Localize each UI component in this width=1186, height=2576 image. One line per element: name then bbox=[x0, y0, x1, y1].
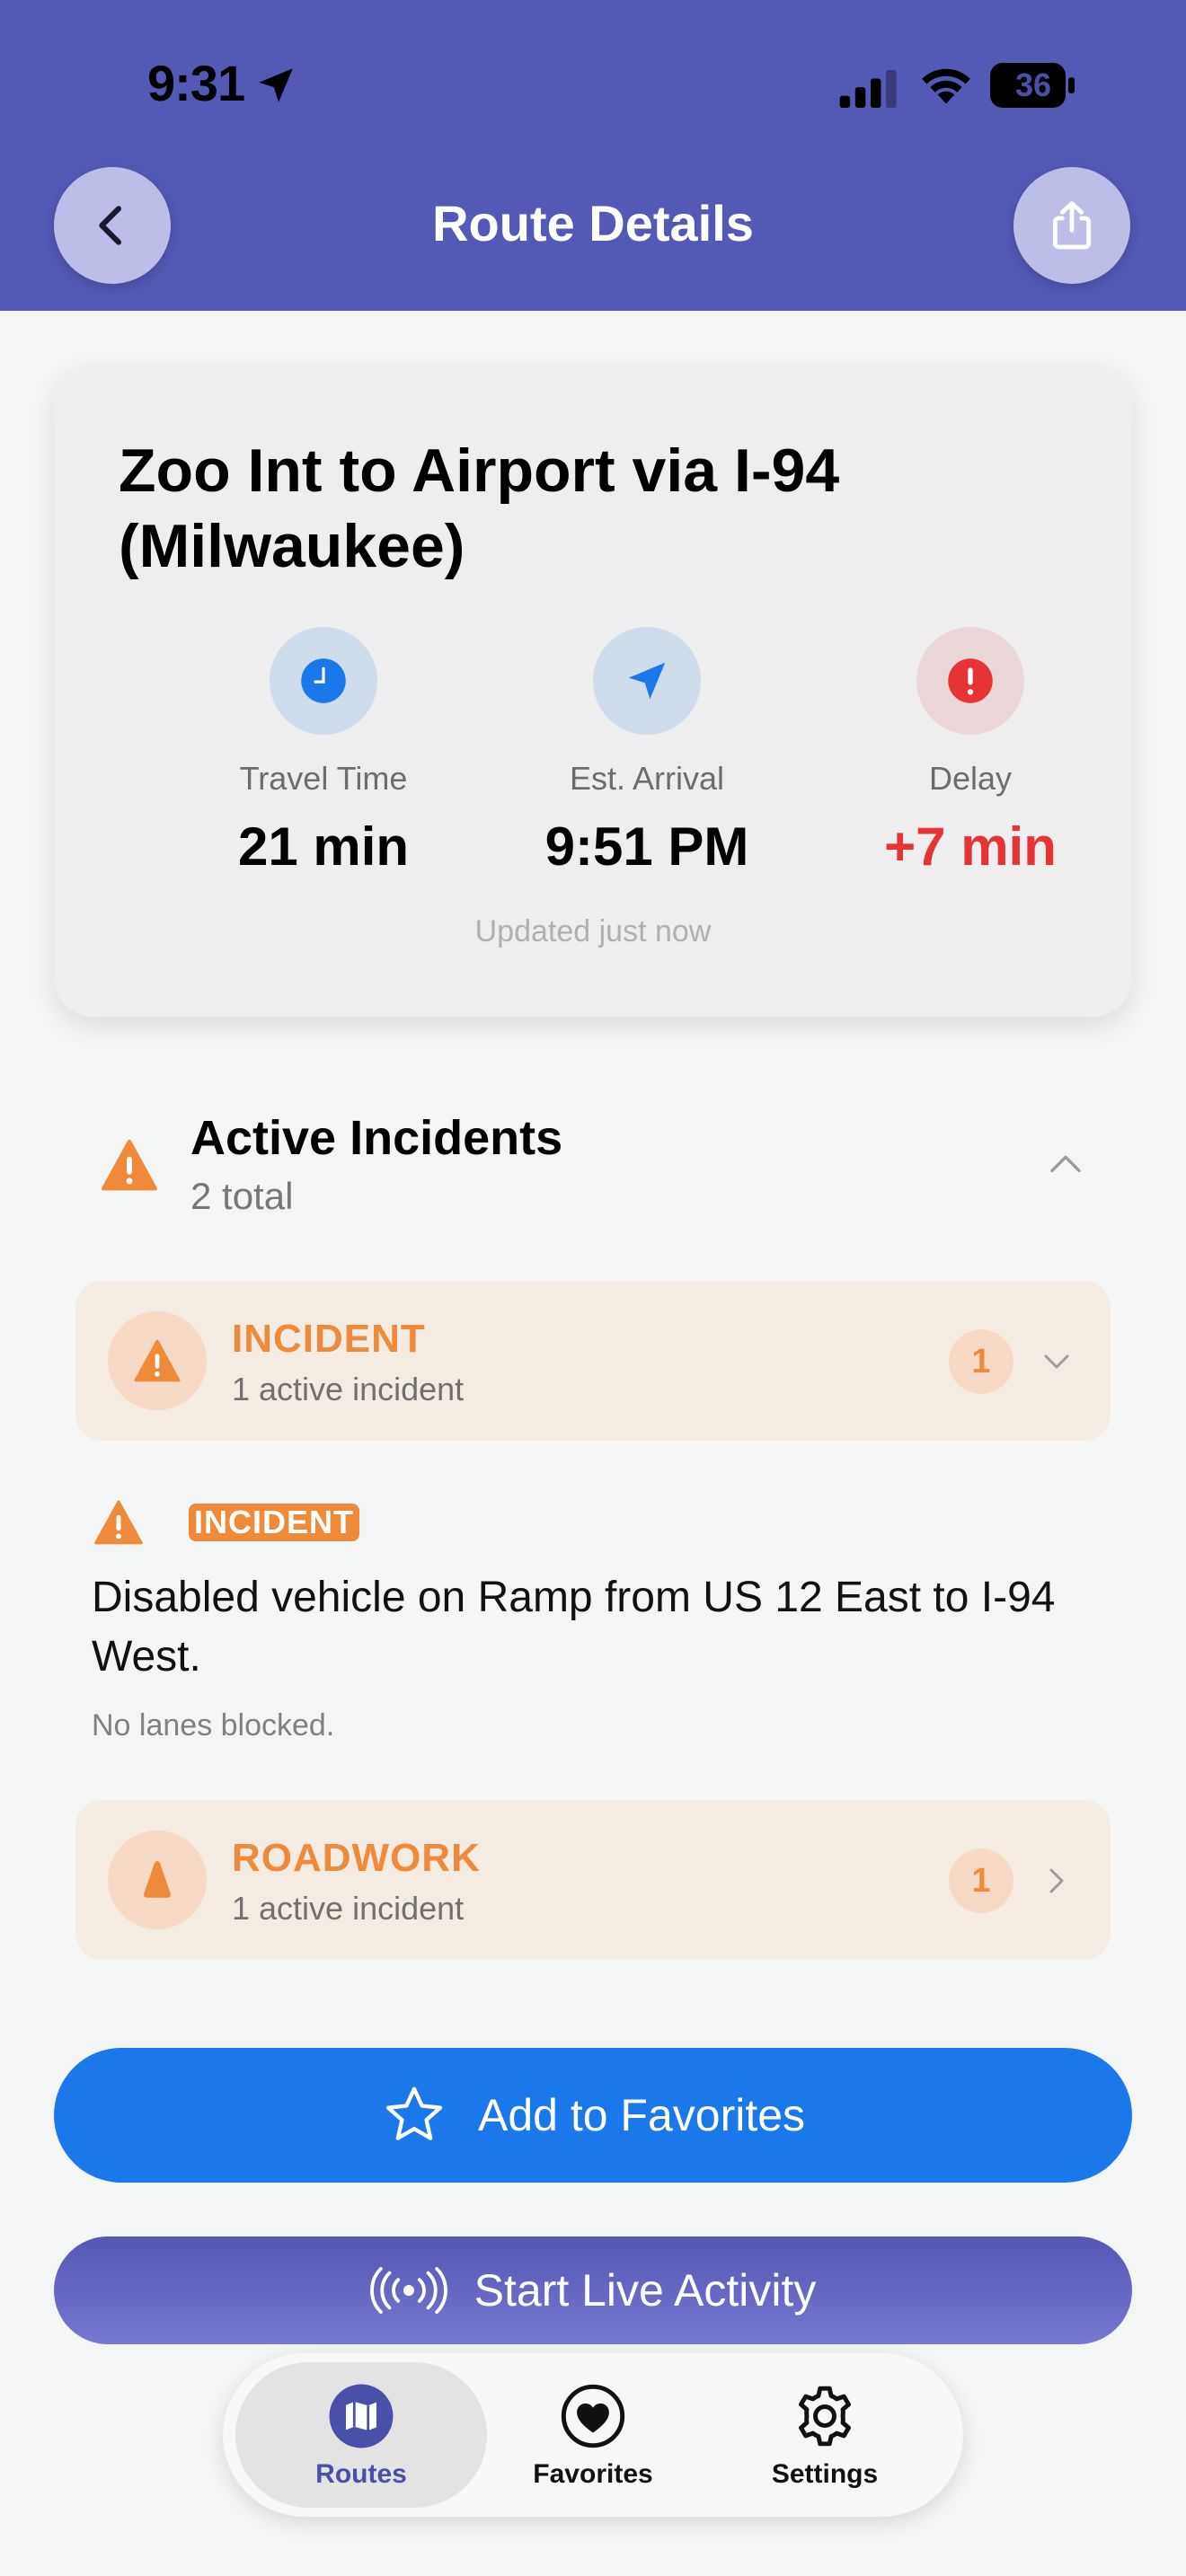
route-title: Zoo Int to Airport via I-94 (Milwaukee) bbox=[119, 437, 840, 580]
incidents-section-title: Active Incidents bbox=[190, 1111, 563, 1165]
start-live-activity-label: Start Live Activity bbox=[474, 2265, 817, 2316]
traffic-cone-icon bbox=[108, 1831, 207, 1929]
incident-type-tag: INCIDENT bbox=[189, 1504, 359, 1541]
metric-est-arrival: Est. Arrival 9:51 PM bbox=[485, 627, 809, 878]
battery-level: 36 bbox=[1014, 66, 1052, 103]
broadcast-icon bbox=[369, 2267, 447, 2314]
start-live-activity-button[interactable]: Start Live Activity bbox=[54, 2236, 1132, 2344]
chevron-up-icon[interactable] bbox=[1048, 1150, 1084, 1177]
header-bar: 9:31 36 Route Details bbox=[0, 0, 1186, 311]
metric-label: Delay bbox=[928, 760, 1013, 797]
tab-label: Favorites bbox=[533, 2459, 653, 2489]
clock-icon bbox=[270, 627, 377, 735]
star-icon bbox=[385, 2086, 443, 2140]
group-subtitle: 1 active incident bbox=[232, 1890, 465, 1927]
alert-circle-icon bbox=[916, 627, 1024, 735]
tab-routes[interactable]: Routes bbox=[235, 2362, 487, 2508]
share-button[interactable] bbox=[1013, 167, 1130, 284]
metric-delay: Delay +7 min bbox=[809, 627, 1132, 878]
lanes-status: No lanes blocked. bbox=[92, 1708, 335, 1742]
metric-value: 9:51 PM bbox=[544, 816, 749, 877]
metric-travel-time: Travel Time 21 min bbox=[162, 627, 485, 878]
metric-label: Est. Arrival bbox=[569, 760, 725, 797]
incident-group-row[interactable]: INCIDENT 1 active incident 1 bbox=[75, 1281, 1111, 1441]
gear-icon bbox=[791, 2382, 859, 2450]
route-summary-card: Zoo Int to Airport via I-94 (Milwaukee) … bbox=[54, 365, 1132, 1017]
battery-indicator: 36 bbox=[990, 63, 1076, 108]
map-icon bbox=[327, 2382, 395, 2450]
share-icon bbox=[1052, 201, 1092, 250]
metric-value: +7 min bbox=[884, 816, 1057, 877]
metric-label: Travel Time bbox=[239, 760, 408, 797]
incident-description: Disabled vehicle on Ramp from US 12 East… bbox=[92, 1574, 1056, 1681]
tab-settings[interactable]: Settings bbox=[699, 2362, 951, 2508]
group-title: INCIDENT bbox=[232, 1317, 426, 1361]
count-badge: 1 bbox=[949, 1329, 1013, 1394]
warning-triangle-icon bbox=[108, 1311, 207, 1410]
chevron-right-icon bbox=[1049, 1868, 1064, 1893]
navigation-arrow-icon bbox=[593, 627, 701, 735]
tab-label: Routes bbox=[315, 2459, 407, 2489]
count-badge: 1 bbox=[949, 1848, 1013, 1913]
incidents-count: 2 total bbox=[190, 1175, 294, 1217]
group-title: ROADWORK bbox=[232, 1836, 481, 1880]
wifi-icon bbox=[922, 68, 970, 104]
tab-label: Settings bbox=[771, 2459, 879, 2489]
chevron-down-icon bbox=[1044, 1354, 1069, 1369]
updated-timestamp: Updated just now bbox=[474, 914, 712, 948]
add-to-favorites-label: Add to Favorites bbox=[477, 2090, 806, 2140]
status-time: 9:31 bbox=[147, 55, 245, 111]
warning-triangle-icon bbox=[94, 1500, 143, 1545]
tab-favorites[interactable]: Favorites bbox=[467, 2362, 719, 2508]
heart-icon bbox=[559, 2382, 627, 2450]
metric-value: 21 min bbox=[237, 816, 410, 877]
tab-bar: Routes Favorites Settings bbox=[223, 2353, 963, 2517]
cellular-signal-icon bbox=[839, 70, 897, 108]
group-subtitle: 1 active incident bbox=[232, 1371, 465, 1407]
page-title: Route Details bbox=[432, 195, 754, 251]
roadwork-group-row[interactable]: ROADWORK 1 active incident 1 bbox=[75, 1800, 1111, 1960]
location-arrow-icon bbox=[259, 68, 293, 102]
add-to-favorites-button[interactable]: Add to Favorites bbox=[54, 2048, 1132, 2183]
warning-triangle-icon bbox=[102, 1139, 157, 1191]
